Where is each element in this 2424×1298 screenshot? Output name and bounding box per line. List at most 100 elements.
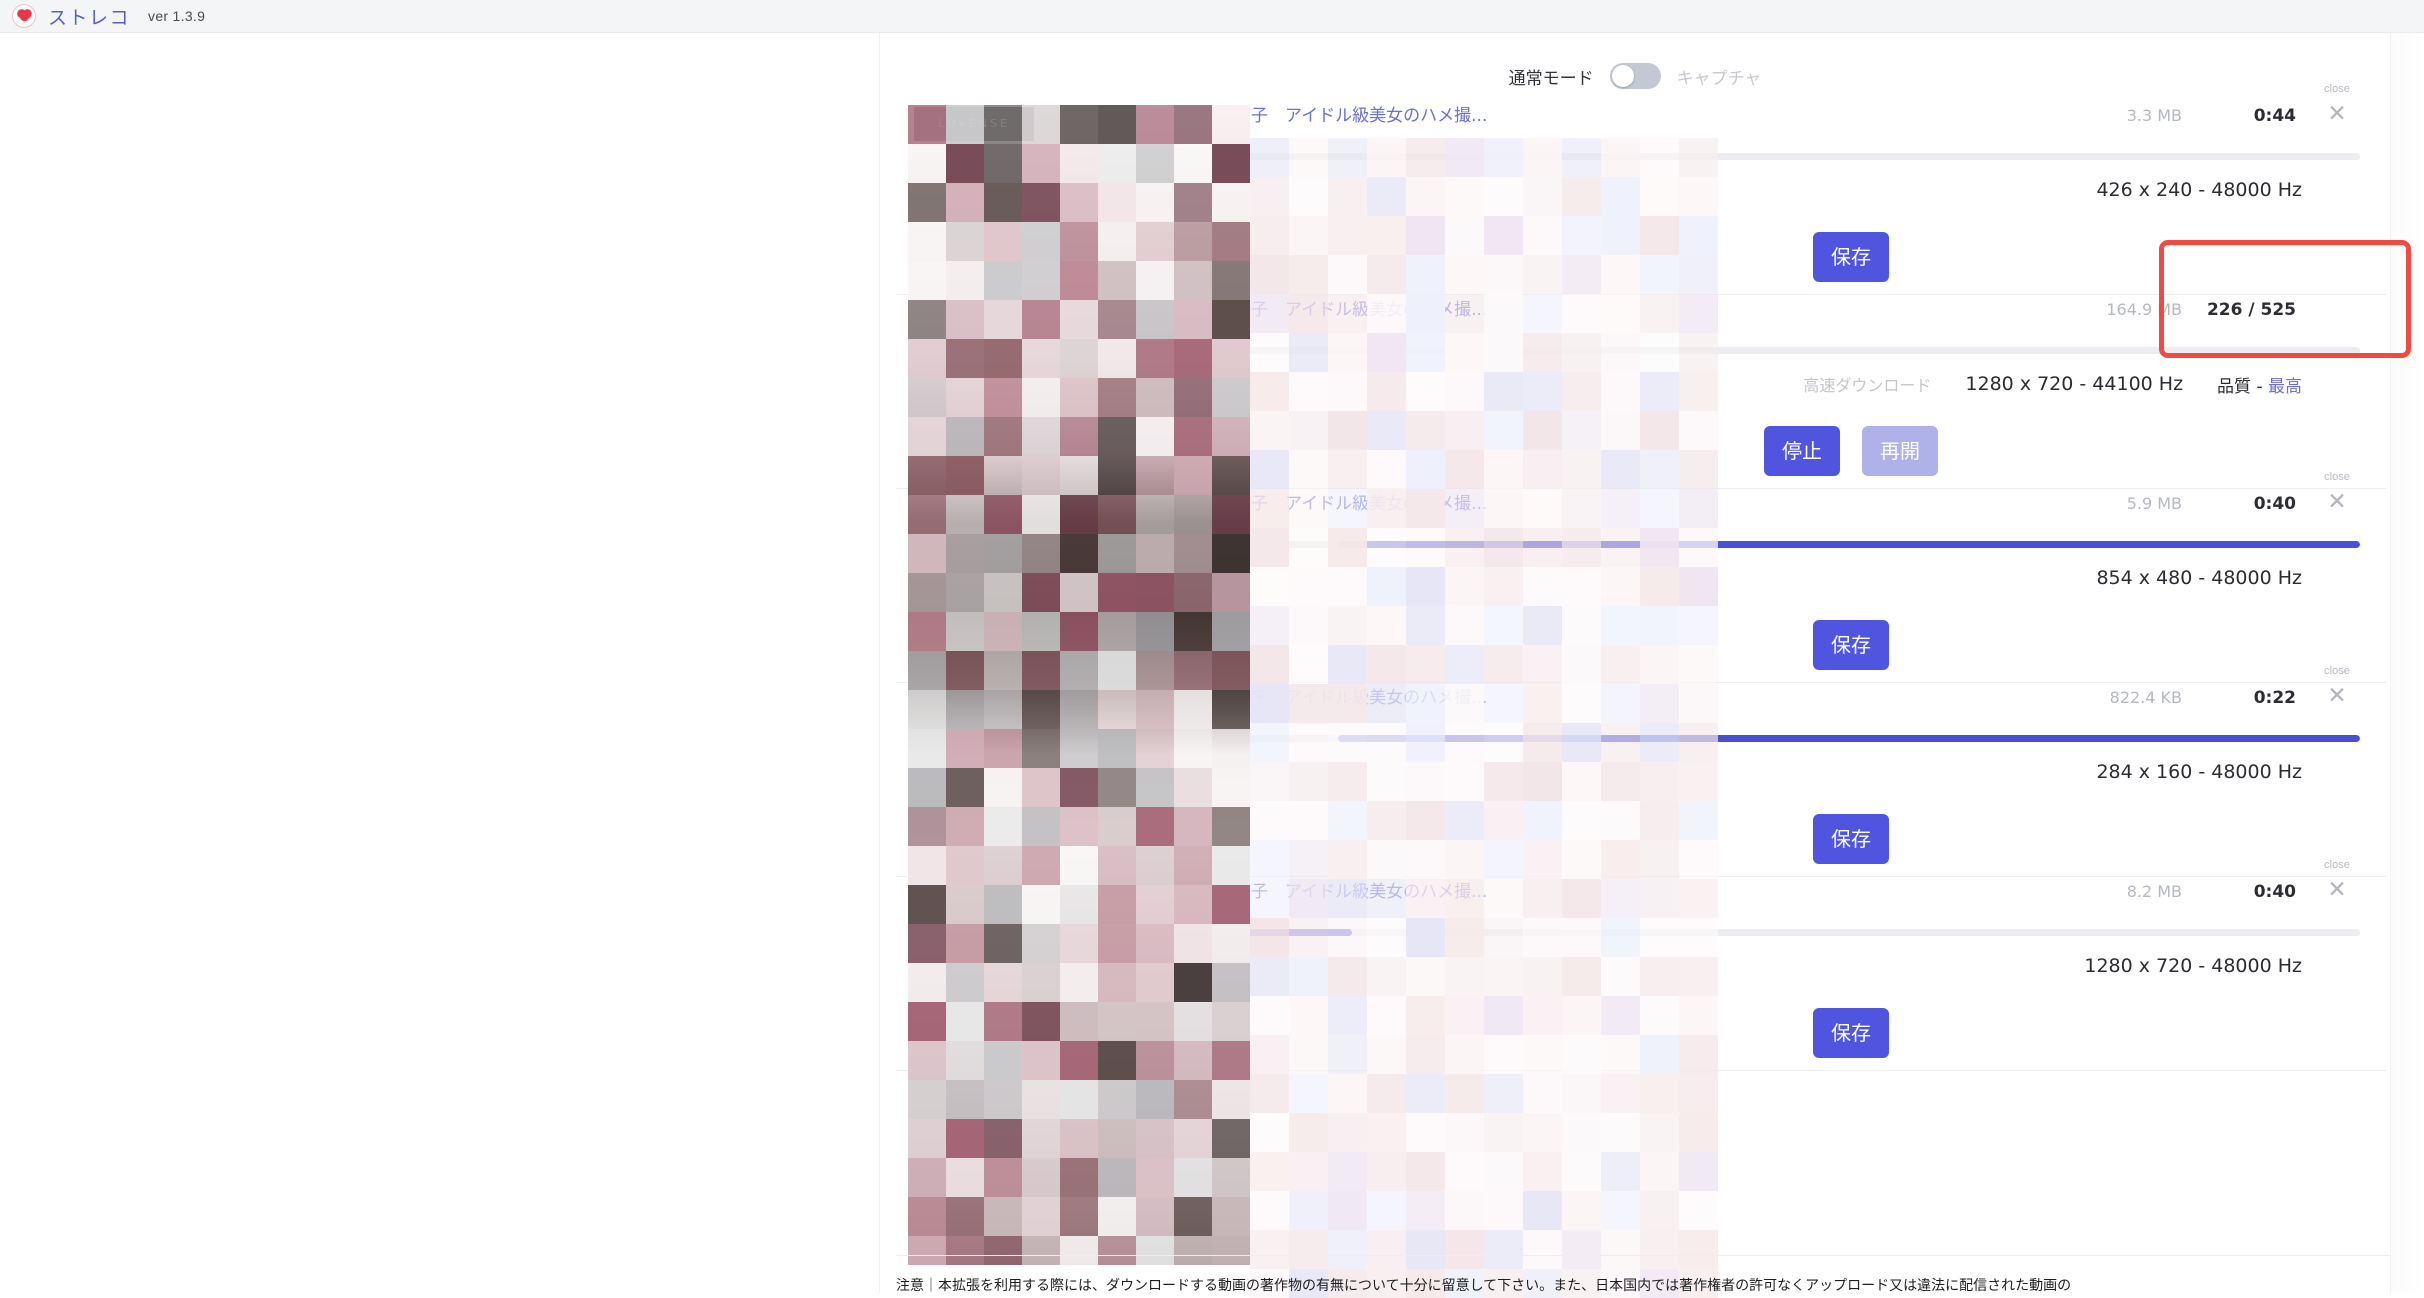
mosaic-block [984,690,1022,729]
download-size: 5.9 MB [2126,494,2182,513]
mosaic-block [1250,1152,1289,1191]
mosaic-block [1679,957,1718,996]
mosaic-block [1640,996,1679,1035]
mosaic-block [1484,762,1523,801]
mosaic-block [1601,138,1640,177]
save-button[interactable]: 保存 [1813,232,1889,282]
mosaic-block [946,456,984,495]
mosaic-block [1679,372,1718,411]
mosaic-block [984,1197,1022,1236]
mosaic-block [1523,684,1562,723]
mosaic-block [1328,216,1367,255]
mosaic-block [1640,138,1679,177]
mosaic-block [1136,1080,1174,1119]
mosaic-block [1640,567,1679,606]
mosaic-block [1136,183,1174,222]
mosaic-block [1212,378,1250,417]
mosaic-block [984,768,1022,807]
mode-label-capture: キャプチャ [1676,68,1762,89]
mosaic-block [1174,924,1212,963]
mosaic-block [1022,885,1060,924]
mosaic-block [1289,801,1328,840]
mosaic-block [1022,222,1060,261]
mosaic-block [1523,918,1562,957]
save-button[interactable]: 保存 [1813,814,1889,864]
mosaic-block [1098,612,1136,651]
mosaic-block [1250,450,1289,489]
mosaic-block [1640,1230,1679,1269]
mosaic-block [1679,645,1718,684]
mosaic-block [1328,840,1367,879]
resume-button[interactable]: 再開 [1862,426,1938,476]
mosaic-block [1406,138,1445,177]
mosaic-block [908,378,946,417]
mosaic-block [946,339,984,378]
close-icon[interactable]: close ✕ [2314,83,2360,126]
mosaic-block [1289,333,1328,372]
mosaic-block [1328,1191,1367,1230]
mosaic-block [1523,1035,1562,1074]
close-icon[interactable]: close ✕ [2314,859,2360,902]
mosaic-block [1523,372,1562,411]
mosaic-block [1679,762,1718,801]
mosaic-block [1136,456,1174,495]
mosaic-block [1484,333,1523,372]
mosaic-block [1562,372,1601,411]
mosaic-block [1022,339,1060,378]
mosaic-block [1022,573,1060,612]
mosaic-block [908,456,946,495]
mosaic-block [1328,957,1367,996]
stop-button[interactable]: 停止 [1764,426,1840,476]
mosaic-block [1484,450,1523,489]
mosaic-block [946,963,984,1002]
mosaic-block [1328,138,1367,177]
mosaic-block [1640,1191,1679,1230]
mosaic-block [1406,216,1445,255]
mosaic-block [1523,1191,1562,1230]
mosaic-block [1484,918,1523,957]
mosaic-block [946,1158,984,1197]
mosaic-block [1250,177,1289,216]
close-x-icon: ✕ [2327,682,2347,708]
mosaic-block [984,378,1022,417]
mosaic-block [1328,333,1367,372]
mosaic-block [1406,372,1445,411]
mosaic-block [1136,222,1174,261]
mosaic-block [1523,450,1562,489]
mosaic-block [1212,1158,1250,1197]
mosaic-block [1562,762,1601,801]
mosaic-block [908,1002,946,1041]
mosaic-block [1562,333,1601,372]
mosaic-block [1406,1113,1445,1152]
capture-mode-toggle[interactable] [1609,63,1661,89]
close-icon[interactable]: close ✕ [2314,665,2360,708]
media-resolution: 854 x 480 - 48000 Hz [2096,567,2302,589]
mosaic-block [1601,1230,1640,1269]
mosaic-block [1136,261,1174,300]
mosaic-block [1445,1035,1484,1074]
mosaic-block [1601,723,1640,762]
quality-value: 最高 [2268,376,2302,397]
save-button[interactable]: 保存 [1813,1008,1889,1058]
mosaic-block [1174,1002,1212,1041]
mosaic-block [1328,411,1367,450]
mosaic-block [908,690,946,729]
mosaic-block [1679,879,1718,918]
mosaic-block [1250,294,1289,333]
mosaic-block [1484,645,1523,684]
bottom-warning-note: 注意｜本拡張を利用する際には、ダウンロードする動画の著作物の有無について十分に留… [896,1278,2072,1293]
mosaic-block [1679,996,1718,1035]
mosaic-block [1250,1191,1289,1230]
capture-mode-bar: 通常モード キャプチャ [879,51,2391,101]
mosaic-block [1640,1074,1679,1113]
mosaic-block [1406,567,1445,606]
mosaic-block [1212,261,1250,300]
mosaic-block [1679,1035,1718,1074]
save-button[interactable]: 保存 [1813,620,1889,670]
mosaic-block [1060,651,1098,690]
mosaic-block [1679,684,1718,723]
mosaic-block [1367,762,1406,801]
mosaic-block [1060,1158,1098,1197]
mosaic-block [1212,339,1250,378]
close-icon[interactable]: close ✕ [2314,471,2360,514]
